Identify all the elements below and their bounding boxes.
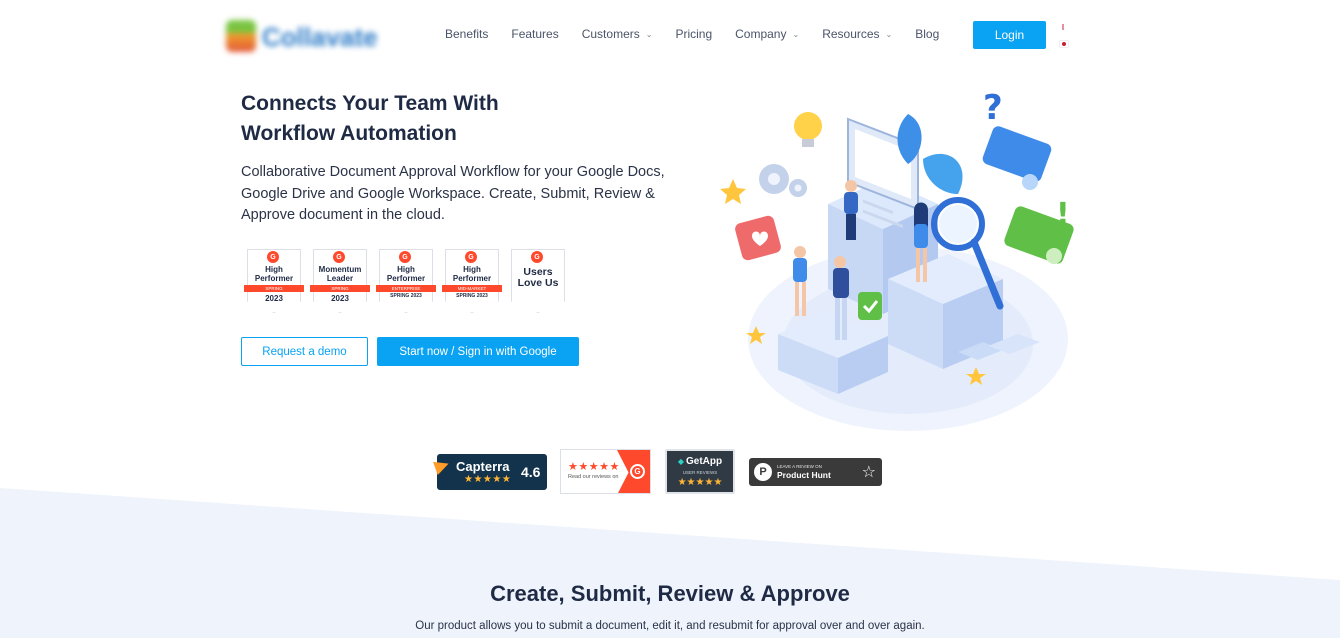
hero-title-line2: Workflow Automation [241,122,457,145]
nav-customers[interactable]: Customers ⌄ [582,27,653,41]
badge-year: 2023 [265,294,283,303]
workflow-illustration: ? ! [720,88,1074,431]
login-button[interactable]: Login [973,21,1046,49]
badge-year: SPRING 2023 [456,293,488,299]
hero-title-line1: Connects Your Team With [241,92,499,115]
getapp-diamond-icon: ◆ [677,457,685,466]
g2-badge-users-love-us: G Users Love Us [511,249,565,313]
section-title: Create, Submit, Review & Approve [490,581,850,606]
chevron-down-icon: ⌄ [645,29,653,39]
g2-stars-icon: ★★★★★ [568,461,620,473]
product-hunt-name: Product Hunt [777,470,831,480]
badge-ribbon: Mid-Market [442,285,502,292]
nav-blog[interactable]: Blog [915,27,939,41]
nav-resources-label: Resources [822,27,880,41]
g2-badge-high-performer-mid-market: G High Performer Mid-Market SPRING 2023 [442,249,502,313]
collavate-logo[interactable]: Collavate [226,18,390,54]
uk-flag-icon[interactable] [1060,24,1068,30]
nav-features[interactable]: Features [511,27,558,41]
g2-logo-icon: G [267,251,279,263]
nav-features-label: Features [511,27,559,41]
g2-logo-icon: G [531,251,543,263]
svg-text:?: ? [983,88,1003,128]
getapp-subtitle: USER REVIEWS [682,470,718,475]
capterra-arrow-icon [433,457,451,475]
nav-pricing-label: Pricing [675,27,713,41]
getapp-name: ◆ GetApp [667,456,733,467]
capterra-badge[interactable]: Capterra ★★★★★ 4.6 [433,454,547,490]
product-hunt-badge[interactable]: P LEAVE A REVIEW ON Product Hunt ☆ [749,458,882,486]
site-header: Collavate Benefits Features Customers ⌄ P… [0,0,1340,72]
getapp-stars-icon: ★★★★★ [677,477,723,488]
g2-badges: G High Performer SPRING 2023 G Momentum … [244,249,565,313]
g2-badge-high-performer-enterprise: G High Performer Enterprise SPRING 2023 [376,249,436,313]
g2-logo-icon: G [630,464,645,479]
product-hunt-logo-icon: P [754,463,772,481]
nav-customers-label: Customers [581,27,640,41]
g2-badge-high-performer: G High Performer SPRING 2023 [244,249,304,313]
g2-logo-icon: G [333,251,345,263]
start-google-signin-button[interactable]: Start now / Sign in with Google [377,337,579,366]
hero-title: Connects Your Team With Workflow Automat… [241,89,661,149]
badge-year: 2023 [331,294,349,303]
badge-title: High Performer [386,265,426,283]
nav-pricing[interactable]: Pricing [675,27,712,41]
badge-title: High Performer [254,265,294,283]
request-demo-button[interactable]: Request a demo [241,337,368,366]
badge-ribbon: SPRING [244,285,304,292]
main-nav: Benefits Features Customers ⌄ Pricing Com… [445,27,962,41]
g2-logo-icon: G [465,251,477,263]
getapp-badge[interactable]: ◆ GetApp USER REVIEWS ★★★★★ [665,449,735,494]
badge-title: Momentum Leader [318,265,362,283]
nav-benefits-label: Benefits [445,27,489,41]
star-icon: ☆ [861,464,876,481]
chevron-down-icon: ⌄ [885,29,893,39]
g2-logo-icon: G [399,251,411,263]
badge-title: High Performer [452,265,492,283]
nav-resources[interactable]: Resources ⌄ [822,27,892,41]
hero-subtitle: Collaborative Document Approval Workflow… [241,164,665,223]
chevron-down-icon: ⌄ [792,29,800,39]
section-background [0,488,1340,638]
g2-review-badge[interactable]: ★★★★★ Read our reviews on G [560,449,651,494]
badge-year: SPRING 2023 [390,293,422,299]
badge-ribbon: Enterprise [376,285,436,292]
nav-company-label: Company [735,27,787,41]
nav-company[interactable]: Company ⌄ [735,27,799,41]
g2-badge-momentum-leader: G Momentum Leader SPRING 2023 [310,249,370,313]
section-subtitle: Our product allows you to submit a docum… [415,620,925,632]
logo-mark-icon [226,20,256,52]
capterra-name: Capterra [456,459,510,474]
logo-wordmark: Collavate [262,22,378,52]
badge-title: Users Love Us [517,266,559,289]
svg-text:!: ! [1056,197,1070,232]
badge-ribbon: SPRING [310,285,370,292]
nav-benefits[interactable]: Benefits [445,27,488,41]
product-hunt-caption: LEAVE A REVIEW ON [777,464,822,469]
japan-flag-icon[interactable] [1060,41,1068,47]
nav-blog-label: Blog [915,27,940,41]
capterra-score: 4.6 [521,464,541,480]
capterra-stars-icon: ★★★★★ [464,474,512,485]
getapp-name-label: GetApp [686,456,723,467]
g2-review-text: Read our reviews on [568,474,619,480]
